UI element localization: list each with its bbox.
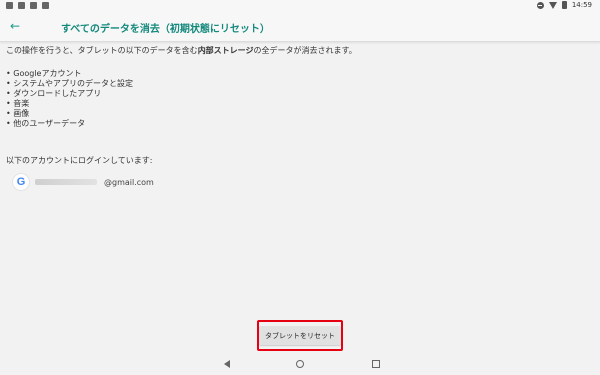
do-not-disturb-icon (536, 1, 544, 9)
nav-back-button[interactable] (221, 358, 233, 370)
main-content: この操作を行うと、タブレットの以下のデータを含む内部ストレージの全データが消去さ… (6, 46, 594, 166)
list-item: • システムやアプリのデータと設定 (6, 79, 134, 88)
nav-home-button[interactable] (294, 358, 306, 370)
data-list: • Googleアカウント • システムやアプリのデータと設定 • ダウンロード… (6, 69, 594, 129)
play-store-icon (42, 2, 49, 9)
intro-prefix: この操作を行うと、タブレットの以下のデータを含む (6, 46, 198, 55)
nav-bar (0, 352, 600, 375)
google-icon: G (13, 174, 29, 190)
intro-suffix: の全データが消去されます。 (253, 46, 357, 55)
list-item: • Googleアカウント (6, 69, 82, 78)
list-item: • 画像 (6, 109, 30, 118)
battery-icon (561, 1, 567, 9)
list-item: • 他のユーザーデータ (6, 119, 86, 128)
arrow-left-icon: ← (9, 19, 21, 33)
back-triangle-icon (224, 360, 230, 368)
gallery-icon (18, 2, 25, 9)
page-title: すべてのデータを消去（初期状態にリセット） (61, 24, 270, 35)
status-right: 14:59 (536, 1, 592, 9)
reset-tablet-button[interactable]: タブレットをリセット (259, 326, 341, 345)
reset-highlight-box: タブレットをリセット (257, 320, 343, 351)
account-row: G @gmail.com (13, 174, 154, 190)
nav-recents-button[interactable] (370, 358, 382, 370)
list-item: • ダウンロードしたアプリ (6, 89, 102, 98)
status-bar: 14:59 (0, 0, 600, 12)
home-circle-icon (296, 360, 304, 368)
recents-square-icon (372, 360, 380, 368)
intro-bold: 内部ストレージ (197, 46, 254, 55)
app-bar: ← すべてのデータを消去（初期状態にリセット） (0, 12, 600, 42)
status-time: 14:59 (571, 1, 592, 9)
screenshot-icon (6, 2, 13, 9)
email-suffix: @gmail.com (104, 177, 154, 187)
status-left-icons (6, 2, 49, 9)
intro-text: この操作を行うと、タブレットの以下のデータを含む内部ストレージの全データが消去さ… (6, 46, 594, 56)
accounts-title: 以下のアカウントにログインしています: (6, 156, 153, 165)
list-item: • 音楽 (6, 99, 30, 108)
image-icon (30, 2, 37, 9)
wifi-icon (548, 1, 557, 9)
masked-email (35, 179, 97, 185)
back-button[interactable]: ← (6, 17, 24, 35)
